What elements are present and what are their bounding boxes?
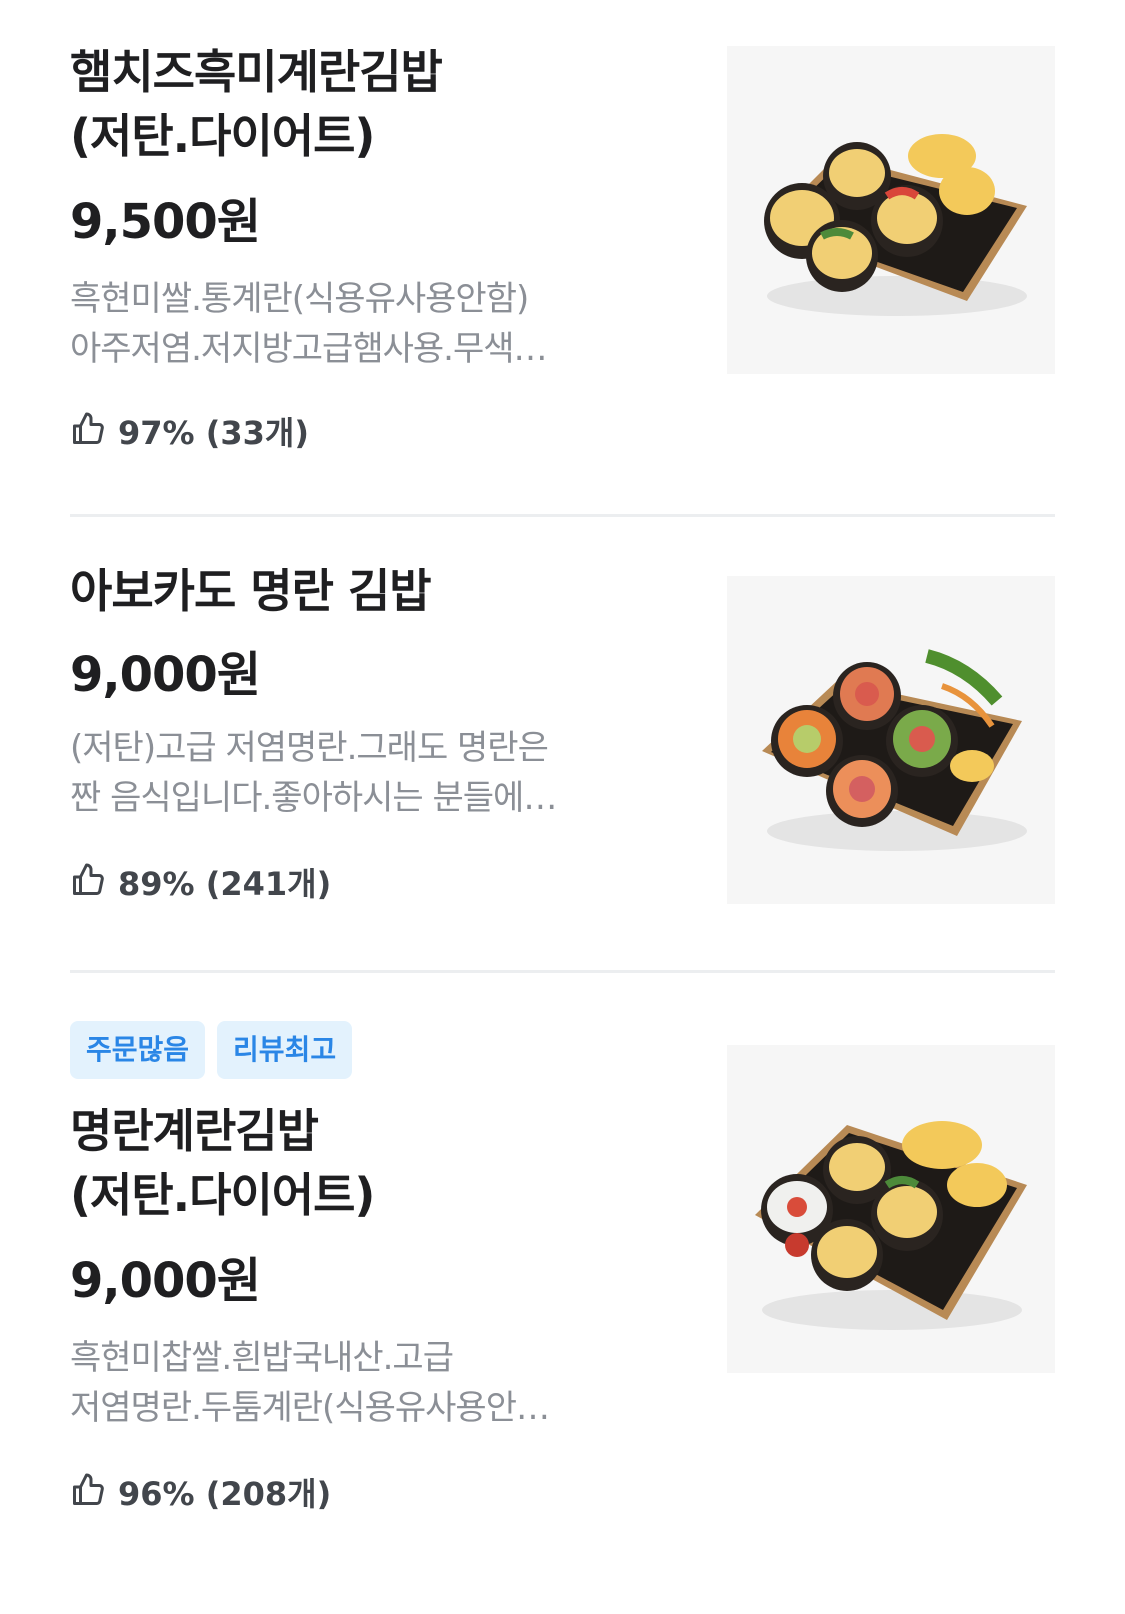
thumbs-up-icon [70, 862, 106, 902]
menu-item[interactable]: 주문많음 리뷰최고 명란계란김밥 (저탄.다이어트) 9,000원 흑현미찹쌀.… [70, 995, 1055, 1614]
menu-item-info: 햄치즈흑미계란김밥 (저탄.다이어트) 9,500원 흑현미쌀.통계란(식용유사… [70, 40, 650, 454]
thumbs-up-icon [70, 1472, 106, 1512]
menu-item-title: 명란계란김밥 (저탄.다이어트) [70, 1104, 375, 1222]
description-line: 아주저염.저지방고급햄사용.무색… [70, 329, 548, 369]
divider [70, 514, 1055, 517]
menu-item-description: 흑현미쌀.통계란(식용유사용안함) 아주저염.저지방고급햄사용.무색… [70, 274, 630, 374]
menu-item-price: 9,000원 [70, 647, 261, 703]
menu-item-info: 주문많음 리뷰최고 명란계란김밥 (저탄.다이어트) 9,000원 흑현미찹쌀.… [70, 995, 650, 1515]
menu-list: 햄치즈흑미계란김밥 (저탄.다이어트) 9,500원 흑현미쌀.통계란(식용유사… [0, 0, 1125, 1614]
menu-item-title: 아보카도 명란 김밥 [70, 564, 432, 618]
rating: 96% (208개) [70, 1469, 650, 1515]
menu-item-price: 9,500원 [70, 194, 261, 250]
rating-text: 97% (33개) [118, 414, 309, 452]
menu-item-photo[interactable] [727, 1045, 1055, 1373]
rating-text: 96% (208개) [118, 1475, 332, 1513]
description-line: 저염명란.두툼계란(식용유사용안… [70, 1388, 550, 1428]
description-line: 흑현미쌀.통계란(식용유사용안함) [70, 279, 529, 319]
menu-item-title: 햄치즈흑미계란김밥 (저탄.다이어트) [70, 45, 443, 163]
menu-item-photo[interactable] [727, 576, 1055, 904]
menu-item-description: (저탄)고급 저염명란.그래도 명란은 짠 음식입니다.좋아하시는 분들에… [70, 723, 630, 823]
menu-item[interactable]: 아보카도 명란 김밥 9,000원 (저탄)고급 저염명란.그래도 명란은 짠 … [70, 527, 1055, 995]
badge-popular: 주문많음 [70, 1021, 206, 1079]
badge-group: 주문많음 리뷰최고 [70, 1021, 650, 1079]
menu-item-photo[interactable] [727, 46, 1055, 374]
thumbs-up-icon [70, 411, 106, 451]
menu-item-info: 아보카도 명란 김밥 9,000원 (저탄)고급 저염명란.그래도 명란은 짠 … [70, 527, 650, 905]
menu-item-price: 9,000원 [70, 1253, 261, 1309]
divider [70, 970, 1055, 973]
menu-item-description: 흑현미찹쌀.흰밥국내산.고급 저염명란.두툼계란(식용유사용안… [70, 1333, 630, 1433]
rating: 89% (241개) [70, 859, 650, 905]
description-line: 짠 음식입니다.좋아하시는 분들에… [70, 778, 557, 818]
description-line: 흑현미찹쌀.흰밥국내산.고급 [70, 1338, 454, 1378]
rating-text: 89% (241개) [118, 865, 332, 903]
description-line: (저탄)고급 저염명란.그래도 명란은 [70, 728, 549, 768]
menu-item[interactable]: 햄치즈흑미계란김밥 (저탄.다이어트) 9,500원 흑현미쌀.통계란(식용유사… [70, 40, 1055, 527]
rating: 97% (33개) [70, 408, 650, 454]
badge-top-review: 리뷰최고 [217, 1021, 353, 1079]
